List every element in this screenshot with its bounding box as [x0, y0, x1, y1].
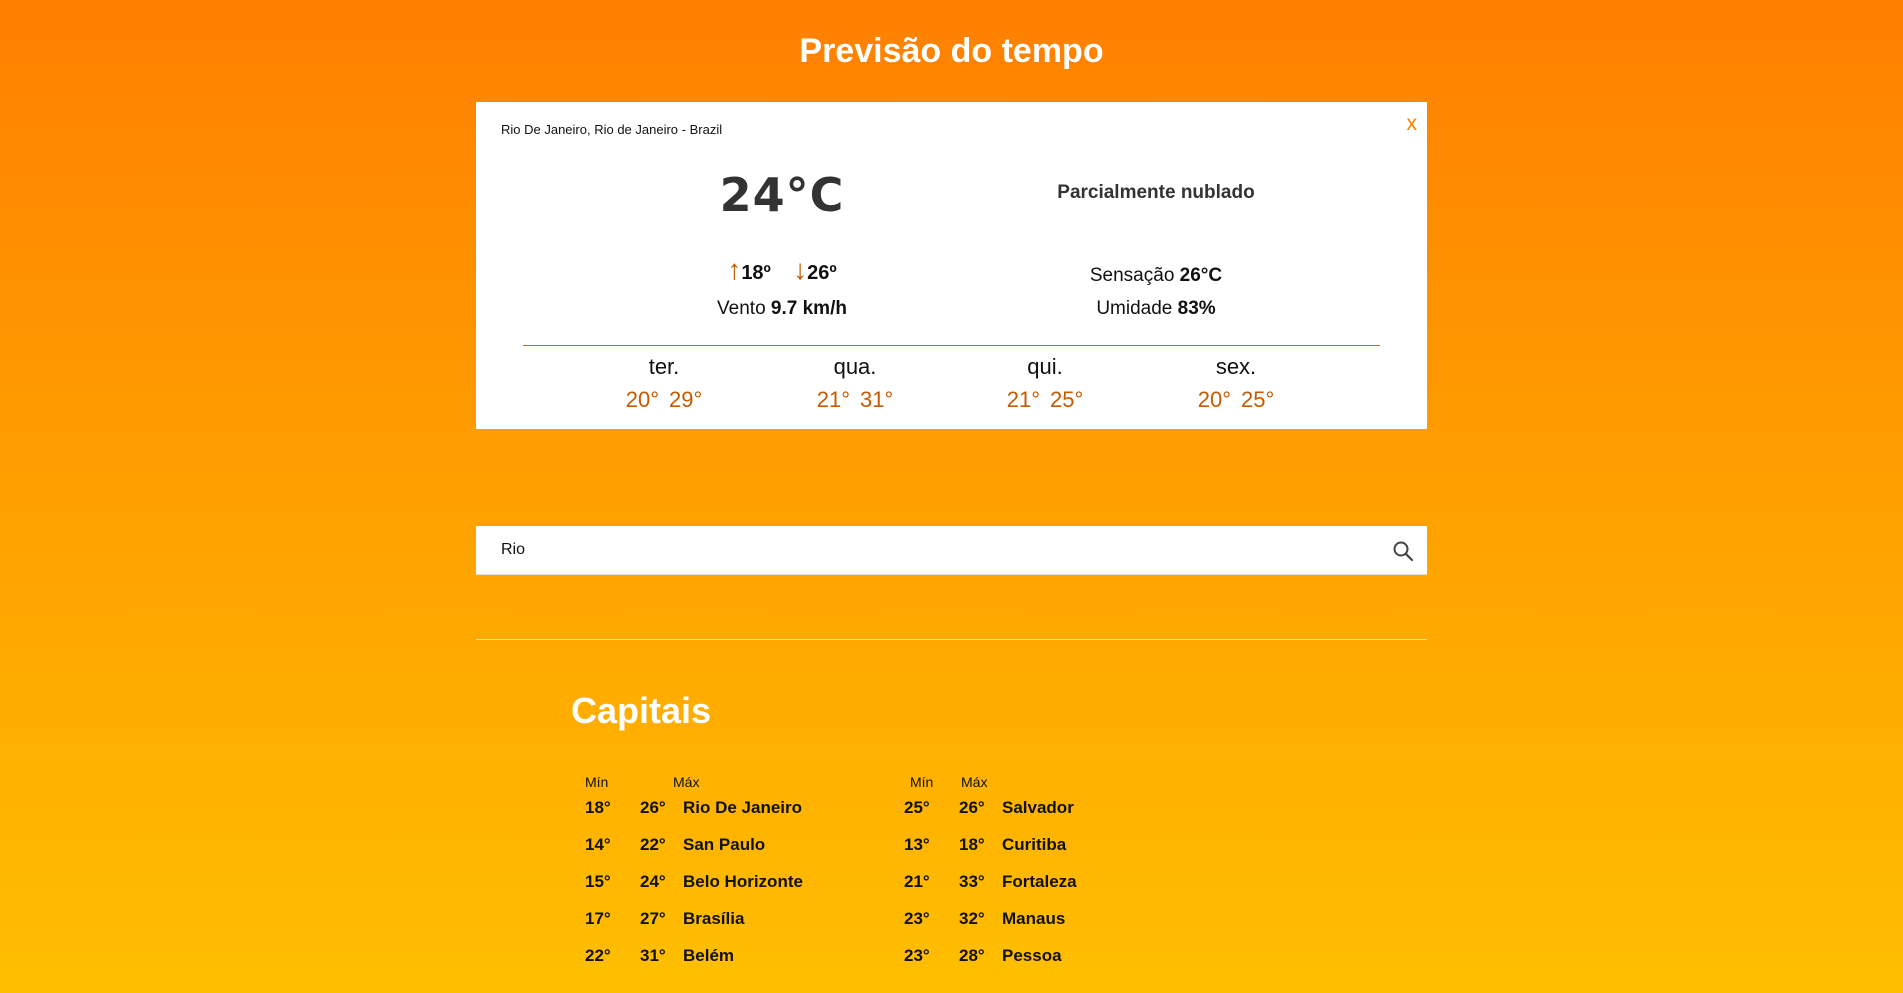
forecast-min: 20°: [625, 387, 659, 412]
forecast-max: 29°: [669, 387, 703, 412]
max-header: Máx: [673, 774, 700, 790]
capital-max: 26°: [640, 798, 666, 817]
forecast-day-temps: 20° 29°: [584, 387, 744, 413]
capital-max: 26°: [959, 798, 985, 817]
capital-city: Belo Horizonte: [683, 872, 803, 891]
capital-max: 24°: [640, 872, 666, 891]
capital-min: 15°: [585, 872, 611, 891]
location-label: Rio De Janeiro, Rio de Janeiro - Brazil: [501, 122, 723, 137]
max-temperature: 26º: [807, 262, 837, 284]
capital-min: 22°: [585, 946, 611, 965]
humidity-value: 83%: [1177, 298, 1216, 319]
search-input[interactable]: [501, 526, 1351, 574]
capital-min: 25°: [904, 798, 930, 817]
forecast-day-name: sex.: [1215, 354, 1257, 379]
capital-max: 18°: [959, 835, 985, 854]
capital-max: 31°: [640, 946, 666, 965]
capital-city: Pessoa: [1002, 946, 1062, 965]
forecast-max: 25°: [1241, 387, 1275, 412]
capital-max: 22°: [640, 835, 666, 854]
capital-min: 17°: [585, 909, 611, 928]
capital-city: Curitiba: [1002, 835, 1067, 854]
arrow-up-icon: ↑: [727, 254, 742, 285]
weather-card: Rio De Janeiro, Rio de Janeiro - Brazil …: [476, 102, 1427, 429]
forecast-day-name: ter.: [648, 354, 680, 379]
wind-label: Vento: [717, 298, 766, 319]
close-button[interactable]: x: [1407, 112, 1418, 136]
min-temperature: 18º: [741, 262, 771, 284]
min-max-temperature: ↑18º ↓26º: [682, 256, 882, 285]
capital-min: 23°: [904, 946, 930, 965]
forecast-min: 21°: [1006, 387, 1040, 412]
forecast-day: sex. 20° 25°: [1156, 354, 1316, 413]
feels-like-label: Sensação: [1089, 265, 1175, 286]
capitals-title: Capitais: [571, 690, 712, 731]
arrow-down-icon: ↓: [793, 254, 808, 285]
wind-value: 9.7 km/h: [770, 298, 847, 319]
wind: Vento 9.7 km/h: [682, 298, 882, 320]
card-divider: [523, 345, 1380, 346]
capital-min: 13°: [904, 835, 930, 854]
capital-max: 28°: [959, 946, 985, 965]
forecast-min: 20°: [1197, 387, 1231, 412]
capital-city: Manaus: [1002, 909, 1066, 928]
min-header: Mín: [585, 774, 609, 790]
forecast-day-name: qua.: [833, 354, 877, 379]
capital-city: Belém: [683, 946, 735, 965]
capital-city: Fortaleza: [1002, 872, 1077, 891]
feels-like-value: 26°C: [1179, 265, 1223, 286]
capital-min: 18°: [585, 798, 611, 817]
max-header: Máx: [961, 774, 988, 790]
capital-city: Brasília: [683, 909, 745, 928]
weather-condition: Parcialmente nublado: [1057, 182, 1255, 203]
forecast-day: qui. 21° 25°: [965, 354, 1125, 413]
forecast-max: 25°: [1050, 387, 1084, 412]
capital-min: 23°: [904, 909, 930, 928]
forecast-day-name: qui.: [1027, 354, 1063, 379]
capital-max: 32°: [959, 909, 985, 928]
forecast-day-temps: 20° 25°: [1156, 387, 1316, 413]
min-header: Mín: [910, 774, 934, 790]
forecast-min: 21°: [816, 387, 850, 412]
forecast-day: qua. 21° 31°: [775, 354, 935, 413]
feels-like: Sensação 26°C: [1006, 265, 1306, 287]
forecast-day-temps: 21° 25°: [965, 387, 1125, 413]
forecast-max: 31°: [860, 387, 894, 412]
forecast-day: ter. 20° 29°: [584, 354, 744, 413]
humidity: Umidade 83%: [1006, 298, 1306, 320]
page-title: Previsão do tempo: [799, 32, 1104, 70]
capital-city: San Paulo: [683, 835, 766, 854]
capital-max: 27°: [640, 909, 666, 928]
section-divider: [476, 639, 1427, 640]
current-temperature: 24°C: [719, 168, 845, 222]
capital-max: 33°: [959, 872, 985, 891]
capital-city: Rio De Janeiro: [683, 798, 803, 817]
humidity-label: Umidade: [1096, 298, 1173, 319]
forecast-day-temps: 21° 31°: [775, 387, 935, 413]
capital-min: 14°: [585, 835, 611, 854]
search-box: [476, 526, 1427, 575]
search-icon[interactable]: [1391, 539, 1415, 563]
capital-min: 21°: [904, 872, 930, 891]
capital-city: Salvador: [1002, 798, 1074, 817]
